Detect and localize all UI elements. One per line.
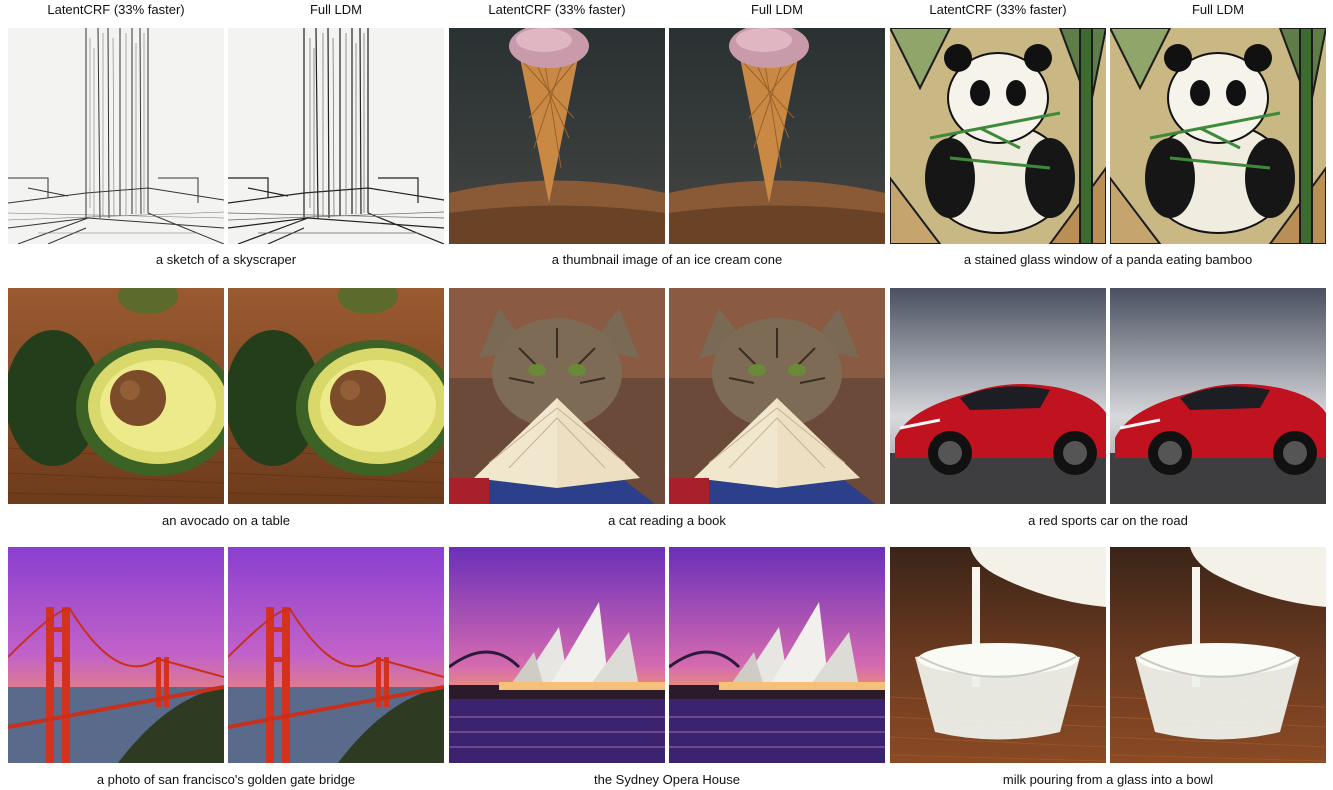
sydney-opera-house-latentcrf <box>449 547 665 763</box>
ice-cream-cone-full-ldm <box>669 28 885 244</box>
column-header-latentcrf: LatentCRF (33% faster) <box>47 2 185 17</box>
panda-stained-glass-latentcrf <box>890 28 1106 244</box>
caption-golden-gate: a photo of san francisco's golden gate b… <box>96 772 356 787</box>
caption-ice-cream-cone: a thumbnail image of an ice cream cone <box>551 252 783 267</box>
column-header-latentcrf: LatentCRF (33% faster) <box>488 2 626 17</box>
column-header-latentcrf: LatentCRF (33% faster) <box>929 2 1067 17</box>
golden-gate-bridge-full-ldm <box>228 547 444 763</box>
red-sports-car-latentcrf <box>890 288 1106 504</box>
ice-cream-cone-latentcrf <box>449 28 665 244</box>
column-header-full-ldm: Full LDM <box>309 2 362 17</box>
cat-reading-book-latentcrf <box>449 288 665 504</box>
avocado-full-ldm <box>228 288 444 504</box>
skyscraper-sketch-full-ldm <box>228 28 444 244</box>
caption-cat: a cat reading a book <box>608 513 726 528</box>
sydney-opera-house-full-ldm <box>669 547 885 763</box>
red-sports-car-full-ldm <box>1110 288 1326 504</box>
caption-milk: milk pouring from a glass into a bowl <box>1002 772 1214 787</box>
cat-reading-book-full-ldm <box>669 288 885 504</box>
milk-pouring-full-ldm <box>1110 547 1326 763</box>
column-header-full-ldm: Full LDM <box>750 2 803 17</box>
caption-sports-car: a red sports car on the road <box>1028 513 1188 528</box>
caption-avocado: an avocado on a table <box>162 513 290 528</box>
caption-skyscraper: a sketch of a skyscraper <box>155 252 297 267</box>
avocado-latentcrf <box>8 288 224 504</box>
caption-panda: a stained glass window of a panda eating… <box>963 252 1253 267</box>
skyscraper-sketch-latentcrf <box>8 28 224 244</box>
column-header-full-ldm: Full LDM <box>1191 2 1244 17</box>
caption-opera-house: the Sydney Opera House <box>594 772 740 787</box>
milk-pouring-latentcrf <box>890 547 1106 763</box>
panda-stained-glass-full-ldm <box>1110 28 1326 244</box>
golden-gate-bridge-latentcrf <box>8 547 224 763</box>
